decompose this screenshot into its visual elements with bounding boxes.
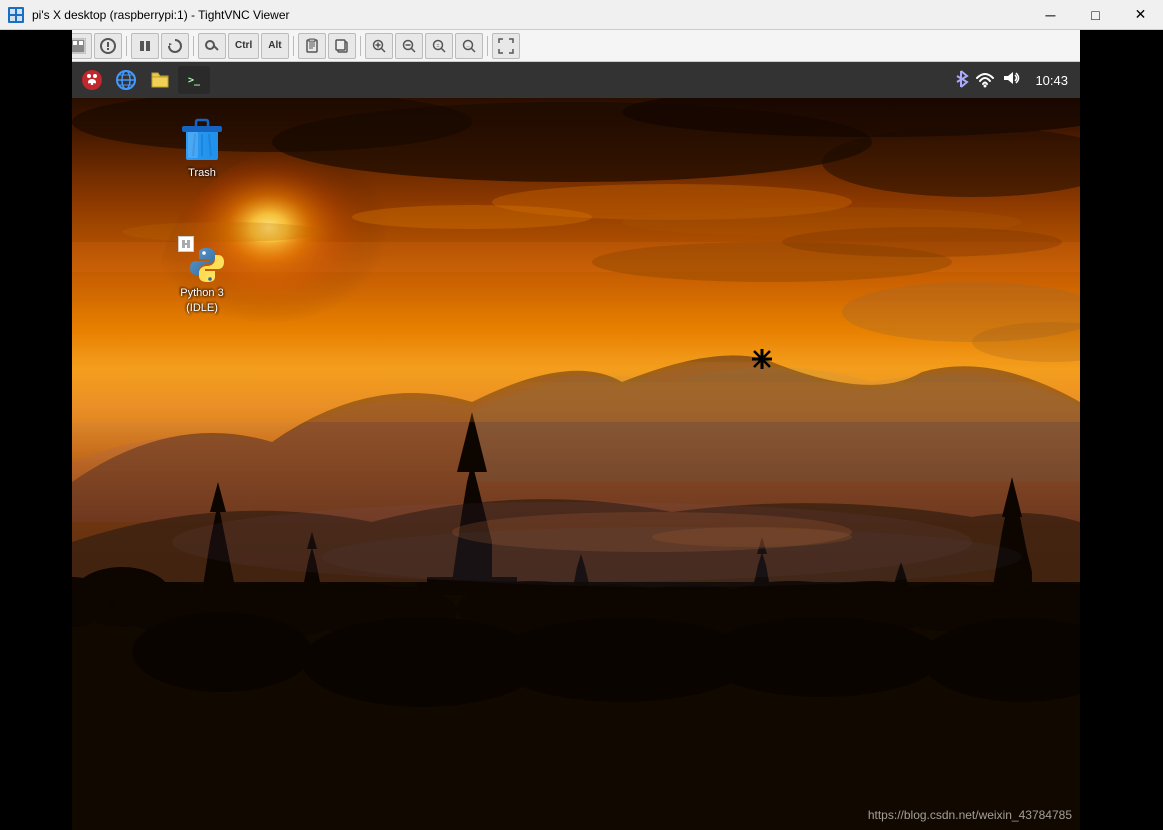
python-label-line1: Python 3 <box>180 287 223 299</box>
python-idle-icon[interactable]: Python 3 (IDLE) <box>162 232 242 318</box>
python-label-line2: (IDLE) <box>186 302 218 314</box>
trash-icon-image <box>178 116 226 164</box>
right-black-bar <box>1080 30 1163 830</box>
toolbar-zoom-out-btn[interactable] <box>395 33 423 59</box>
volume-icon <box>1001 69 1021 92</box>
toolbar-sep-4 <box>360 36 361 56</box>
svg-text:↔: ↔ <box>465 43 470 49</box>
left-black-bar <box>0 30 72 830</box>
browser-btn[interactable] <box>110 66 142 94</box>
window-title: pi's X desktop (raspberrypi:1) - TightVN… <box>32 8 1028 22</box>
toolbar-ctrl-btn[interactable]: Ctrl <box>228 33 259 59</box>
bluetooth-icon <box>953 69 969 92</box>
toolbar-pause-btn[interactable] <box>131 33 159 59</box>
close-button[interactable]: ✕ <box>1118 0 1163 30</box>
toolbar-sep-5 <box>487 36 488 56</box>
filemanager-btn[interactable] <box>144 66 176 94</box>
toolbar-fullscreen-btn[interactable] <box>492 33 520 59</box>
terminal-btn[interactable]: >_ <box>178 66 210 94</box>
toolbar-keys-btn[interactable] <box>198 33 226 59</box>
toolbar-copy-btn[interactable] <box>328 33 356 59</box>
watermark: https://blog.csdn.net/weixin_43784785 <box>868 808 1072 822</box>
svg-text:=: = <box>436 43 439 49</box>
trash-icon[interactable]: Trash <box>162 112 242 183</box>
title-bar: pi's X desktop (raspberrypi:1) - TightVN… <box>0 0 1163 30</box>
toolbar-refresh-btn[interactable] <box>161 33 189 59</box>
maximize-button[interactable]: □ <box>1073 0 1118 30</box>
toolbar-zoom-in-btn[interactable] <box>365 33 393 59</box>
vnc-desktop-content: >_ <box>72 62 1080 830</box>
system-tray: 10:43 <box>953 69 1076 92</box>
toolbar: Ctrl Alt <box>0 30 1163 62</box>
toolbar-sep-2 <box>193 36 194 56</box>
pi-clock: 10:43 <box>1027 73 1076 88</box>
title-bar-controls: ─ □ ✕ <box>1028 0 1163 29</box>
toolbar-option4-btn[interactable] <box>94 33 122 59</box>
title-bar-icon <box>6 5 26 25</box>
toolbar-zoom-100-btn[interactable]: = <box>425 33 453 59</box>
trash-label: Trash <box>188 167 216 179</box>
toolbar-sep-3 <box>293 36 294 56</box>
pi-taskbar: >_ <box>72 62 1080 98</box>
python-badge <box>178 236 194 252</box>
toolbar-clipboard-btn[interactable] <box>298 33 326 59</box>
raspberry-menu-btn[interactable] <box>76 66 108 94</box>
wifi-icon <box>975 70 995 91</box>
toolbar-alt-btn[interactable]: Alt <box>261 33 288 59</box>
toolbar-zoom-fit-btn[interactable]: ↔ <box>455 33 483 59</box>
python-icon-image <box>178 236 226 284</box>
minimize-button[interactable]: ─ <box>1028 0 1073 30</box>
toolbar-sep-1 <box>126 36 127 56</box>
